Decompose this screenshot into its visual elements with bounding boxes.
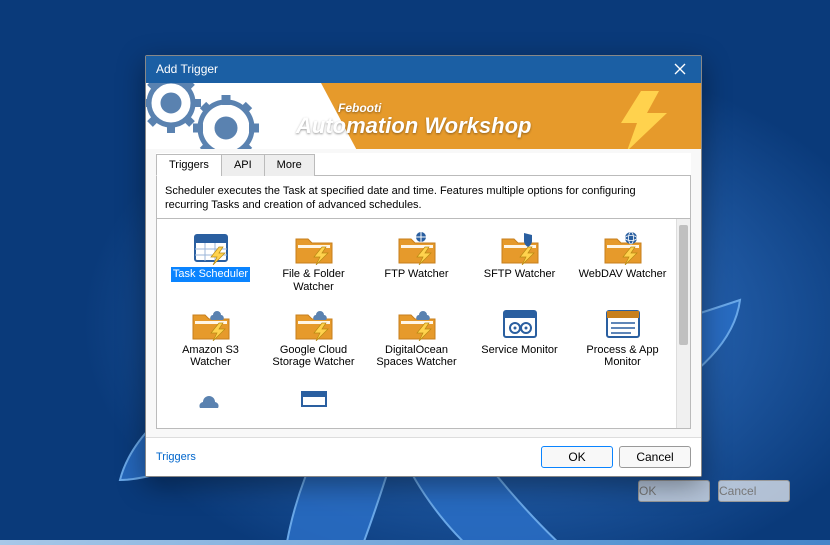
- trigger-item-digitalocean-spaces-watcher[interactable]: DigitalOcean Spaces Watcher: [367, 303, 466, 372]
- close-button[interactable]: [669, 58, 691, 80]
- trigger-list[interactable]: Task Scheduler File & Folder Watcher FTP W…: [157, 219, 676, 428]
- background-cancel-button: Cancel: [718, 480, 790, 502]
- brand-text: Febooti Automation Workshop: [296, 101, 531, 137]
- brand-line2: Automation Workshop: [296, 115, 531, 137]
- trigger-item-more[interactable]: [161, 378, 260, 420]
- tab-triggers[interactable]: Triggers: [156, 154, 222, 176]
- trigger-item-process-app-monitor[interactable]: Process & App Monitor: [573, 303, 672, 372]
- trigger-item-service-monitor[interactable]: Service Monitor: [470, 303, 569, 372]
- folder-cloud-icon: [292, 305, 336, 341]
- tab-description: Scheduler executes the Task at specified…: [156, 176, 691, 219]
- dialog-title: Add Trigger: [156, 62, 218, 76]
- help-link-triggers[interactable]: Triggers: [156, 451, 196, 463]
- trigger-item-label: FTP Watcher: [382, 267, 450, 282]
- scrollbar-thumb[interactable]: [679, 225, 688, 345]
- titlebar: Add Trigger: [146, 56, 701, 83]
- lightning-icon: [611, 91, 681, 149]
- folder-globe-icon: [601, 229, 645, 265]
- trigger-item-task-scheduler[interactable]: Task Scheduler: [161, 227, 260, 296]
- trigger-item-label: WebDAV Watcher: [577, 267, 669, 282]
- trigger-item-label: Amazon S3 Watcher: [163, 343, 258, 370]
- folder-net-icon: [395, 229, 439, 265]
- gears-icon: [146, 83, 316, 149]
- trigger-item-label: Process & App Monitor: [575, 343, 670, 370]
- calendar-icon: [189, 229, 233, 265]
- trigger-item-google-cloud-storage-watcher[interactable]: Google Cloud Storage Watcher: [264, 303, 363, 372]
- dialog-footer: Triggers OK Cancel: [146, 437, 701, 476]
- cloud-icon: [189, 380, 233, 416]
- trigger-item-label: Task Scheduler: [171, 267, 250, 282]
- window-list-icon: [601, 305, 645, 341]
- tab-api[interactable]: API: [221, 154, 265, 176]
- close-icon: [674, 63, 686, 75]
- scrollbar[interactable]: [676, 219, 690, 428]
- trigger-item-sftp-watcher[interactable]: SFTP Watcher: [470, 227, 569, 296]
- trigger-item-file-folder-watcher[interactable]: File & Folder Watcher: [264, 227, 363, 296]
- trigger-item-label: SFTP Watcher: [482, 267, 558, 282]
- trigger-item-label: Service Monitor: [479, 343, 559, 358]
- window-gear-icon: [498, 305, 542, 341]
- trigger-item-label: File & Folder Watcher: [266, 267, 361, 294]
- dialog-content: TriggersAPIMore Scheduler executes the T…: [146, 149, 701, 437]
- background-ok-button: OK: [638, 480, 710, 502]
- trigger-item-more-2[interactable]: [264, 378, 363, 420]
- folder-shield-icon: [498, 229, 542, 265]
- trigger-list-frame: Task Scheduler File & Folder Watcher FTP W…: [156, 218, 691, 429]
- tab-strip: TriggersAPIMore: [156, 153, 691, 176]
- trigger-item-label: Google Cloud Storage Watcher: [266, 343, 361, 370]
- trigger-item-label: DigitalOcean Spaces Watcher: [369, 343, 464, 370]
- folder-cloud-icon: [395, 305, 439, 341]
- add-trigger-dialog: Add Trigger Febooti Automation Workshop …: [145, 55, 702, 477]
- ok-button[interactable]: OK: [541, 446, 613, 468]
- trigger-item-amazon-s3-watcher[interactable]: Amazon S3 Watcher: [161, 303, 260, 372]
- trigger-item-ftp-watcher[interactable]: FTP Watcher: [367, 227, 466, 296]
- folder-cloud-icon: [189, 305, 233, 341]
- branding-banner: Febooti Automation Workshop: [146, 83, 701, 149]
- window-icon: [292, 380, 336, 416]
- folder-icon: [292, 229, 336, 265]
- tab-more[interactable]: More: [264, 154, 315, 176]
- cancel-button[interactable]: Cancel: [619, 446, 691, 468]
- trigger-item-webdav-watcher[interactable]: WebDAV Watcher: [573, 227, 672, 296]
